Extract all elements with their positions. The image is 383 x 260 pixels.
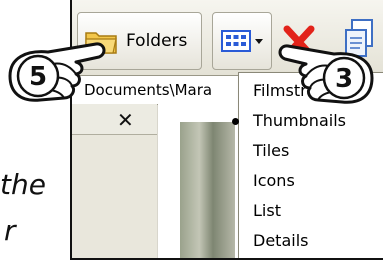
pointing-hand-callout-5: 5: [8, 42, 106, 102]
callout-5-number: 5: [29, 62, 47, 92]
menu-item-thumbnails[interactable]: Thumbnails: [232, 109, 383, 133]
menu-item-icons[interactable]: Icons: [239, 169, 383, 193]
caption-line-2: r: [4, 214, 16, 247]
menu-item-details[interactable]: Details: [239, 229, 383, 253]
close-icon[interactable]: ✕: [117, 108, 134, 132]
caption-line-1: the: [0, 168, 46, 201]
menu-item-tiles[interactable]: Tiles: [239, 139, 383, 163]
folders-button-label: Folders: [126, 31, 188, 51]
callout-3-number: 3: [335, 64, 353, 94]
explorer-window: Folders Documents\Mara ✕ Filmstrip Thumb…: [70, 0, 383, 260]
views-icon: [220, 30, 251, 52]
selected-bullet-icon: [232, 118, 239, 125]
menu-item-list[interactable]: List: [239, 199, 383, 223]
folders-pane: ✕: [72, 104, 157, 258]
image-thumbnail[interactable]: [180, 122, 235, 258]
menu-item-thumbnails-label: Thumbnails: [253, 111, 346, 130]
pointing-hand-callout-3: 3: [278, 44, 374, 104]
chevron-down-icon: [254, 39, 263, 44]
views-button[interactable]: [212, 12, 272, 70]
